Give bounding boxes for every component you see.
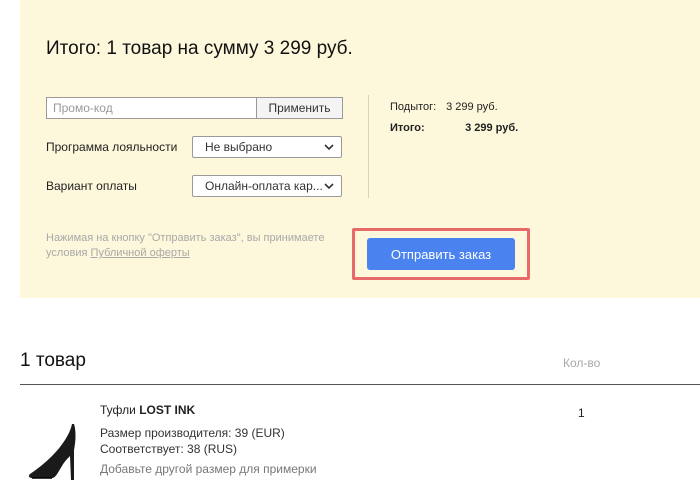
product-brand: LOST INK [139, 403, 196, 417]
product-quantity: 1 [578, 406, 585, 420]
submit-highlight-frame: Отправить заказ [352, 228, 530, 280]
loyalty-select[interactable]: Не выбрано [192, 136, 342, 158]
total-label: Итого: [390, 122, 425, 134]
add-size-link[interactable]: Добавьте другой размер для примерки [100, 462, 317, 476]
subtotal-value: 3 299 руб. [446, 101, 498, 113]
promo-code-input[interactable] [46, 97, 257, 119]
payment-select-value: Онлайн-оплата кар... [205, 179, 323, 193]
shoe-image [28, 424, 76, 480]
payment-select[interactable]: Онлайн-оплата кар... [192, 175, 342, 197]
loyalty-select-value: Не выбрано [205, 140, 273, 154]
subtotal-label: Подытог: [390, 101, 437, 113]
product-size-manufacturer: Размер производителя: 39 (EUR) [100, 426, 285, 440]
product-size-match: Соответствует: 38 (RUS) [100, 442, 238, 456]
total-value: 3 299 руб. [465, 122, 519, 134]
quantity-column-header: Кол-во [563, 356, 601, 370]
chevron-down-icon [324, 144, 334, 151]
legal-notice: Нажимая на кнопку "Отправить заказ", вы … [46, 231, 346, 261]
order-summary-panel: Итого: 1 товар на сумму 3 299 руб. Приме… [20, 0, 700, 298]
promo-code-group: Применить [46, 97, 343, 119]
summary-divider [368, 95, 369, 198]
chevron-down-icon [324, 183, 334, 190]
payment-label: Вариант оплаты [46, 179, 137, 193]
apply-promo-button[interactable]: Применить [257, 97, 343, 119]
subtotal-row: Подытог: 3 299 руб. [390, 101, 498, 113]
public-offer-link[interactable]: Публичной оферты [91, 247, 190, 259]
loyalty-label: Программа лояльности [46, 140, 178, 154]
submit-order-button[interactable]: Отправить заказ [367, 238, 515, 270]
order-total-title: Итого: 1 товар на сумму 3 299 руб. [46, 38, 353, 59]
cart-divider [20, 384, 700, 385]
product-type: Туфли [100, 403, 136, 417]
product-name: Туфли LOST INK [100, 403, 195, 417]
cart-heading: 1 товар [20, 350, 86, 371]
total-row: Итого: 3 299 руб. [390, 122, 518, 134]
